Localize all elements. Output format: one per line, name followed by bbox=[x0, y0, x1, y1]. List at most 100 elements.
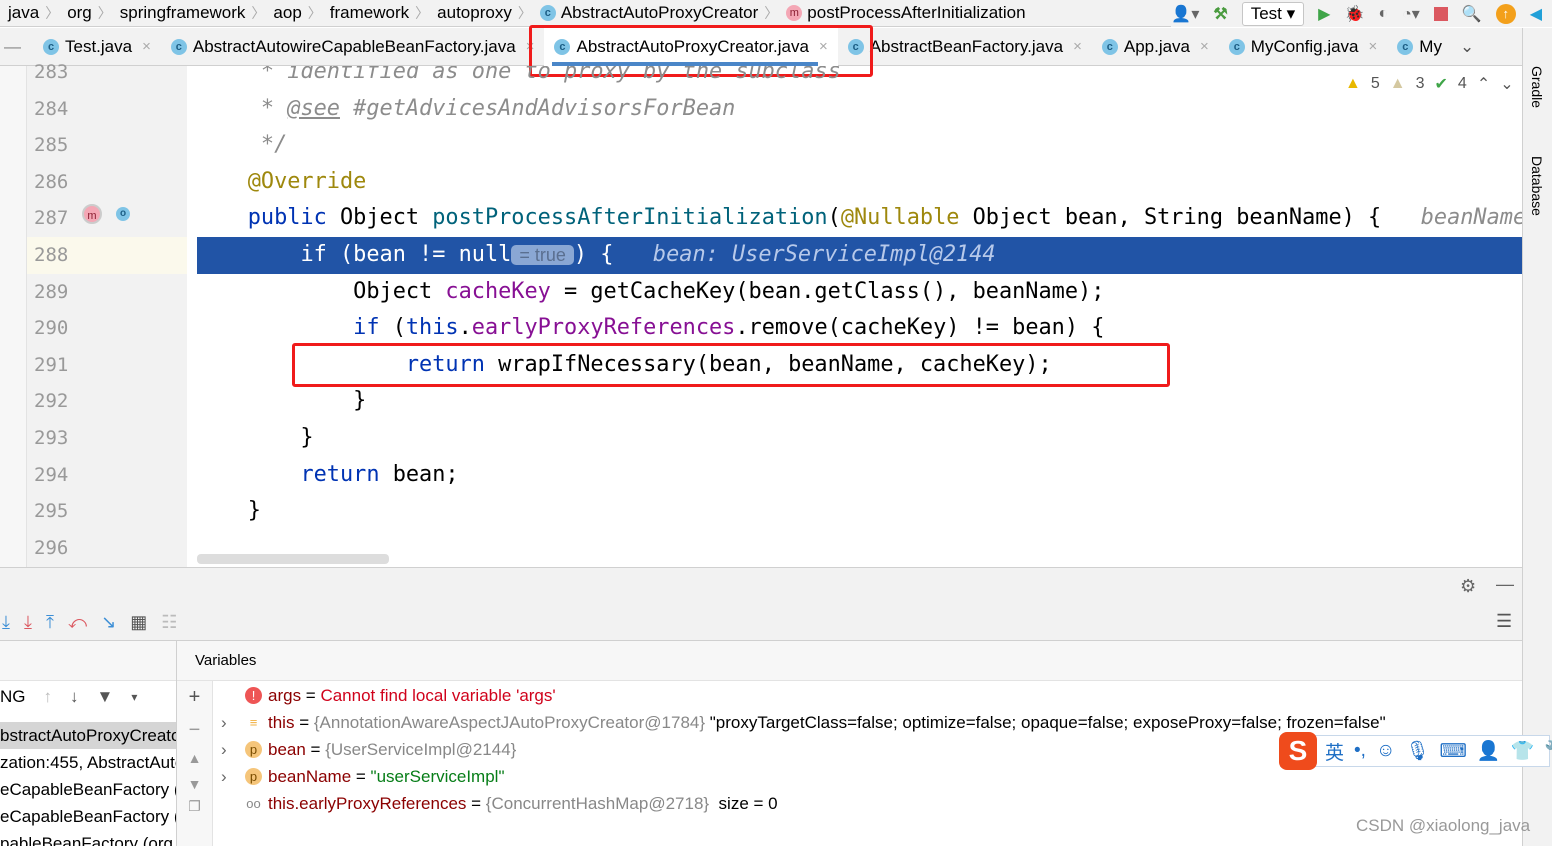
filter-icon[interactable]: ▼ bbox=[97, 687, 114, 707]
line-number[interactable]: 295 bbox=[34, 493, 68, 530]
expand-chevron-icon[interactable]: › bbox=[221, 709, 227, 736]
line-number[interactable]: 289 bbox=[34, 274, 68, 311]
line-number[interactable]: 294 bbox=[34, 457, 68, 494]
breadcrumb-item[interactable]: springframework bbox=[112, 3, 252, 23]
breadcrumb-item[interactable]: aop bbox=[265, 3, 307, 23]
class-icon: c bbox=[539, 5, 556, 21]
ime-punct-toggle[interactable]: •, bbox=[1354, 740, 1366, 762]
line-number[interactable]: 284 bbox=[34, 91, 68, 128]
breadcrumb-item[interactable]: org bbox=[59, 3, 98, 23]
breakpoint-method-icon[interactable]: m bbox=[82, 204, 102, 224]
add-watch-icon[interactable]: + bbox=[177, 686, 212, 709]
overrides-icon[interactable]: o bbox=[116, 207, 130, 221]
variable-row[interactable]: › ≡ this = {AnnotationAwareAspectJAutoProx… bbox=[221, 709, 1386, 736]
editor-tab[interactable]: c My bbox=[1387, 28, 1452, 66]
update-icon[interactable]: ↑ bbox=[1495, 3, 1516, 24]
stack-frame[interactable]: bstractAutoProxyCreato bbox=[0, 722, 176, 749]
chevron-right-icon: 〉 bbox=[45, 5, 60, 21]
user-icon[interactable]: 👤 bbox=[1477, 739, 1501, 763]
variable-row[interactable]: › p beanName = "userServiceImpl" bbox=[221, 763, 505, 790]
coverage-icon[interactable]: ◐ bbox=[1378, 5, 1388, 23]
search-icon[interactable]: 🔍 bbox=[1462, 4, 1482, 24]
editor-tab[interactable]: c MyConfig.java × bbox=[1219, 28, 1387, 66]
toolbox-icon[interactable]: ◀ bbox=[1530, 4, 1542, 24]
skin-shirt-icon[interactable]: 👕 bbox=[1511, 739, 1535, 763]
database-tool[interactable]: Database bbox=[1529, 156, 1545, 216]
profile-icon[interactable]: ◔▾ bbox=[1402, 4, 1420, 24]
next-frame-icon[interactable]: ↓ bbox=[70, 687, 79, 707]
line-number[interactable]: 291 bbox=[34, 347, 68, 384]
close-icon[interactable]: × bbox=[1073, 38, 1082, 55]
stop-icon[interactable] bbox=[1433, 6, 1448, 21]
line-number[interactable]: 290 bbox=[34, 310, 68, 347]
breadcrumb-item[interactable]: c AbstractAutoProxyCreator bbox=[532, 3, 764, 23]
wrench-icon[interactable]: 🔧 bbox=[1544, 739, 1552, 763]
editor-tab[interactable]: c AbstractBeanFactory.java × bbox=[838, 28, 1092, 66]
ime-toolbar[interactable]: S 英 •, ☺ 🎙 ⌨ 👤 👕 🔧 bbox=[1279, 732, 1552, 770]
ime-lang-toggle[interactable]: 英 bbox=[1325, 738, 1344, 765]
class-icon: c bbox=[170, 38, 187, 55]
prev-frame-icon[interactable]: ↑ bbox=[44, 687, 53, 707]
step-over-icon[interactable]: ⤓ bbox=[2, 612, 10, 633]
move-up-icon[interactable]: ▲ bbox=[177, 750, 212, 766]
close-icon[interactable]: × bbox=[1369, 38, 1378, 55]
stack-frame[interactable]: eCapableBeanFactory (o bbox=[0, 803, 176, 830]
code-editor[interactable]: * identified as one to proxy by the subc… bbox=[197, 66, 1522, 567]
collapse-icon[interactable]: — bbox=[0, 37, 33, 57]
breadcrumb-item[interactable]: autoproxy bbox=[429, 3, 518, 23]
drop-frame-icon[interactable]: ⤺ bbox=[68, 612, 87, 633]
variable-row[interactable]: › p bean = {UserServiceImpl@2144} bbox=[221, 736, 516, 763]
variable-row[interactable]: ! args = Cannot find local variable 'args… bbox=[223, 682, 556, 709]
horizontal-scrollbar[interactable] bbox=[197, 554, 389, 564]
stack-frame[interactable]: eCapableBeanFactory (o bbox=[0, 776, 176, 803]
stack-frame[interactable]: pableBeanFactory (org bbox=[0, 830, 176, 846]
breadcrumb-item[interactable]: framework bbox=[322, 3, 415, 23]
run-icon[interactable]: ▶ bbox=[1318, 4, 1330, 24]
inspection-widget[interactable]: ▲ 5 ▲ 3 ✔ 4 ⌃ ⌄ bbox=[1345, 74, 1514, 94]
prev-highlight-icon[interactable]: ⌃ bbox=[1477, 74, 1490, 94]
layout-icon[interactable]: ☰ bbox=[1496, 611, 1512, 632]
line-number[interactable]: 285 bbox=[34, 127, 68, 164]
minimize-icon[interactable]: — bbox=[1496, 574, 1514, 595]
dropdown-icon[interactable]: ▾ bbox=[131, 690, 137, 704]
stack-frame[interactable]: zation:455, AbstractAuto bbox=[0, 749, 176, 776]
line-number[interactable]: 286 bbox=[34, 164, 68, 201]
method-icon: m bbox=[786, 5, 803, 21]
step-into-icon[interactable]: ⤓ bbox=[24, 612, 32, 633]
debug-icon[interactable]: 🐞 bbox=[1344, 4, 1364, 24]
line-number[interactable]: 288 bbox=[34, 237, 68, 274]
expand-chevron-icon[interactable]: › bbox=[221, 736, 227, 763]
line-number[interactable]: 293 bbox=[34, 420, 68, 457]
run-to-cursor-icon[interactable]: ↘ bbox=[101, 612, 116, 633]
line-number[interactable]: 283 bbox=[34, 54, 68, 91]
microphone-icon[interactable]: 🎙 bbox=[1405, 739, 1429, 763]
trace-icon[interactable]: ☷ bbox=[161, 612, 177, 633]
line-number[interactable]: 287 bbox=[34, 200, 68, 237]
gradle-tool[interactable]: Gradle bbox=[1529, 66, 1545, 108]
close-icon[interactable]: × bbox=[1200, 38, 1209, 55]
emoji-icon[interactable]: ☺ bbox=[1376, 740, 1395, 762]
close-icon[interactable]: × bbox=[142, 38, 151, 55]
build-hammer-icon[interactable]: ⚒ bbox=[1213, 4, 1227, 24]
chevron-down-icon[interactable]: ⌄ bbox=[1452, 37, 1474, 57]
editor-tab[interactable]: c App.java × bbox=[1092, 28, 1219, 66]
next-highlight-icon[interactable]: ⌄ bbox=[1500, 74, 1513, 94]
line-number[interactable]: 296 bbox=[34, 530, 68, 567]
copy-icon[interactable]: ❐ bbox=[177, 798, 212, 815]
step-out-icon[interactable]: ⤒ bbox=[46, 612, 54, 633]
thread-select[interactable]: NG bbox=[0, 687, 26, 707]
variable-row[interactable]: oo this.earlyProxyReferences = {Concurren… bbox=[223, 790, 777, 817]
keyboard-icon[interactable]: ⌨ bbox=[1439, 740, 1466, 763]
settings-gear-icon[interactable]: ⚙ bbox=[1460, 576, 1476, 597]
move-down-icon[interactable]: ▼ bbox=[177, 776, 212, 792]
breadcrumb-item[interactable]: java bbox=[0, 3, 45, 23]
user-icon[interactable]: 👤▾ bbox=[1171, 4, 1199, 24]
remove-watch-icon[interactable]: − bbox=[177, 719, 212, 742]
expand-chevron-icon[interactable]: › bbox=[221, 763, 227, 790]
breadcrumb-item[interactable]: m postProcessAfterInitialization bbox=[778, 3, 1031, 23]
line-number[interactable]: 292 bbox=[34, 383, 68, 420]
run-config-select[interactable]: Test ▾ bbox=[1241, 1, 1305, 26]
editor-tab[interactable]: c AbstractAutowireCapableBeanFactory.java… bbox=[161, 28, 545, 66]
evaluate-expression-icon[interactable]: ▦ bbox=[130, 612, 147, 633]
right-tool-strip: Gradle Database bbox=[1522, 28, 1552, 846]
